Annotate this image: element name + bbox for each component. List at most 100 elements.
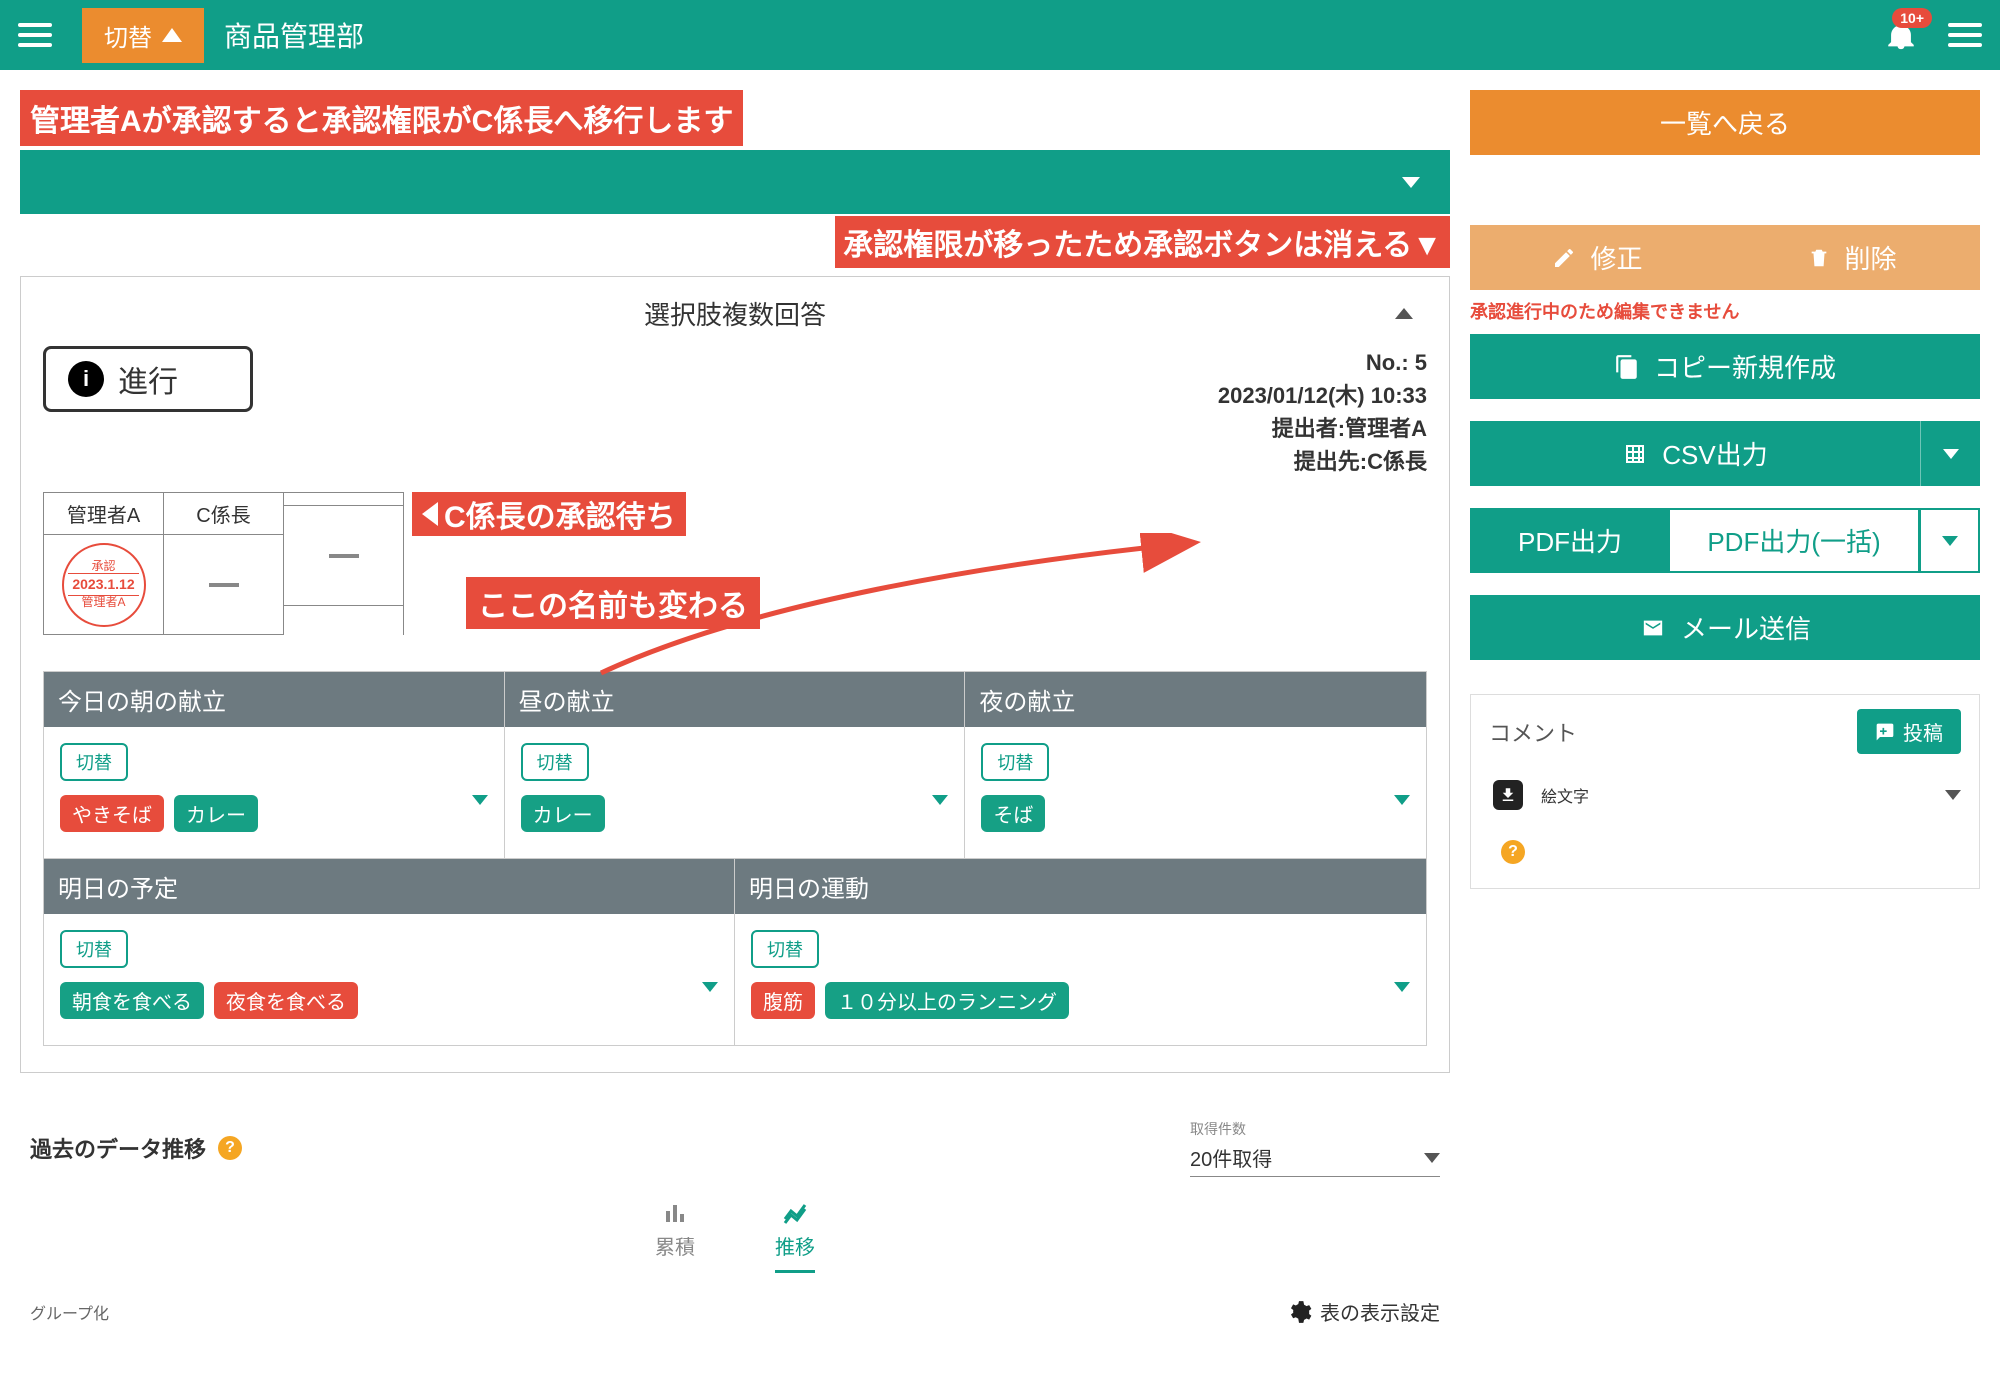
approval-col-header: C係長: [164, 493, 283, 535]
info-icon: i: [68, 361, 104, 397]
menu-tag: カレー: [521, 795, 605, 832]
bar-chart-icon: [661, 1201, 689, 1225]
chevron-down-icon: [1945, 790, 1961, 800]
approval-col-header: 管理者A: [44, 493, 163, 535]
history-title: 過去のデータ推移: [30, 1132, 206, 1164]
page-title: 商品管理部: [224, 15, 364, 55]
tab-label: 累積: [655, 1231, 695, 1260]
csv-export-button[interactable]: CSV出力: [1470, 421, 1920, 486]
pencil-icon: [1552, 246, 1576, 270]
menu-dropdown[interactable]: 朝食を食べる 夜食を食べる: [60, 982, 718, 1019]
post-comment-button[interactable]: 投稿: [1857, 709, 1961, 754]
menu-tag: 朝食を食べる: [60, 982, 204, 1019]
menu-tag: やきそば: [60, 795, 164, 832]
main-column: 管理者Aが承認すると承認権限がC係長へ移行します 承認権限が移ったため承認ボタン…: [20, 90, 1450, 1326]
help-icon[interactable]: ?: [1501, 840, 1525, 864]
menu-switch-button[interactable]: 切替: [60, 743, 128, 781]
comment-box: コメント 投稿 絵文字 ?: [1470, 694, 1980, 889]
copy-icon: [1614, 354, 1640, 380]
table-config-label: 表の表示設定: [1320, 1297, 1440, 1326]
fetch-count-dropdown[interactable]: 取得件数 20件取得: [1190, 1119, 1440, 1177]
table-config-button[interactable]: 表の表示設定: [1286, 1297, 1440, 1326]
emoji-label: 絵文字: [1541, 783, 1589, 807]
triangle-left-icon: [422, 502, 438, 526]
menu-header: 明日の予定: [44, 859, 734, 914]
approval-stamp: 承認 2023.1.12 管理者A: [62, 543, 146, 627]
tab-trend[interactable]: 推移: [775, 1201, 815, 1273]
menu-tag: １０分以上のランニング: [825, 982, 1069, 1019]
menu-tag: そば: [981, 795, 1045, 832]
grid-icon: [1622, 442, 1648, 466]
card-title: 選択肢複数回答: [644, 295, 826, 332]
topbar: 切替 商品管理部 10+: [0, 0, 2000, 70]
dash-icon: [209, 583, 239, 587]
fetch-label: 取得件数: [1190, 1119, 1440, 1139]
pdf-export-button[interactable]: PDF出力: [1470, 508, 1670, 573]
copy-new-button[interactable]: コピー新規作成: [1470, 334, 1980, 399]
trash-icon: [1808, 246, 1830, 270]
approval-col-header: [284, 493, 403, 506]
line-chart-icon: [780, 1201, 810, 1225]
annotation-2: 承認権限が移ったため承認ボタンは消える▼: [835, 216, 1450, 268]
pdf-button-group: PDF出力 PDF出力(一括): [1470, 508, 1980, 573]
menu-grid-2: 明日の予定 切替 朝食を食べる 夜食を食べる 明日の運動 切替: [43, 859, 1427, 1046]
emoji-expand[interactable]: 絵文字: [1489, 780, 1961, 810]
record-datetime: 2023/01/12(木) 10:33: [1218, 379, 1427, 412]
chevron-down-icon: [932, 805, 948, 823]
stamp-name: 管理者A: [81, 596, 125, 610]
menu-tag: 夜食を食べる: [214, 982, 358, 1019]
csv-button-group: CSV出力: [1470, 421, 1980, 486]
delete-button[interactable]: 削除: [1725, 225, 1980, 290]
gear-icon: [1286, 1299, 1312, 1325]
menu-dropdown[interactable]: やきそば カレー: [60, 795, 488, 832]
status-chip[interactable]: i 進行: [43, 346, 253, 412]
menu-switch-button[interactable]: 切替: [60, 930, 128, 968]
mail-icon: [1639, 617, 1667, 639]
help-icon[interactable]: ?: [218, 1136, 242, 1160]
page-body: 管理者Aが承認すると承認権限がC係長へ移行します 承認権限が移ったため承認ボタン…: [0, 70, 2000, 1326]
csv-dropdown-toggle[interactable]: [1920, 421, 1980, 486]
chevron-down-icon: [1424, 1153, 1440, 1163]
back-to-list-button[interactable]: 一覧へ戻る: [1470, 90, 1980, 155]
arrow-annotation: [571, 533, 1211, 753]
mail-label: メール送信: [1681, 609, 1811, 646]
record-submitter: 提出者:管理者A: [1218, 412, 1427, 445]
pdf-dropdown-toggle[interactable]: [1920, 508, 1980, 573]
copy-new-label: コピー新規作成: [1654, 348, 1836, 385]
hamburger-icon[interactable]: [18, 23, 52, 47]
plus-comment-icon: [1875, 722, 1895, 742]
csv-label: CSV出力: [1662, 435, 1767, 472]
meta-info: No.: 5 2023/01/12(木) 10:33 提出者:管理者A 提出先:…: [1218, 346, 1427, 478]
menu-dropdown[interactable]: そば: [981, 795, 1410, 832]
stamp-date: 2023.1.12: [68, 573, 138, 595]
pdf-bulk-button[interactable]: PDF出力(一括): [1670, 508, 1920, 573]
menu-tag: 腹筋: [751, 982, 815, 1019]
chevron-up-icon[interactable]: [1395, 308, 1413, 319]
side-column: 一覧へ戻る 修正 削除 承認進行中のため編集できません コピー新規作成 CSV出…: [1470, 90, 1980, 1326]
edit-label: 修正: [1590, 239, 1642, 276]
annotation-wait: C係長の承認待ち: [412, 492, 686, 536]
annotation-1: 管理者Aが承認すると承認権限がC係長へ移行します: [20, 90, 743, 146]
menu-dropdown[interactable]: 腹筋 １０分以上のランニング: [751, 982, 1410, 1019]
menu-switch-button[interactable]: 切替: [751, 930, 819, 968]
notification-badge: 10+: [1892, 8, 1932, 28]
edit-warning: 承認進行中のため編集できません: [1470, 290, 1980, 334]
edit-button[interactable]: 修正: [1470, 225, 1725, 290]
chevron-down-icon: [1394, 805, 1410, 823]
menu-icon[interactable]: [1948, 23, 1982, 47]
emoji-download-icon: [1493, 780, 1523, 810]
switch-button[interactable]: 切替: [82, 8, 204, 63]
banner-bar[interactable]: [20, 150, 1450, 214]
back-label: 一覧へ戻る: [1660, 104, 1790, 141]
menu-dropdown[interactable]: カレー: [521, 795, 949, 832]
post-label: 投稿: [1903, 717, 1943, 746]
tab-cumulative[interactable]: 累積: [655, 1201, 695, 1273]
approval-table: 管理者A 承認 2023.1.12 管理者A C係長: [43, 492, 404, 635]
mail-send-button[interactable]: メール送信: [1470, 595, 1980, 660]
group-label: グループ化: [30, 1300, 109, 1324]
stamp-top: 承認: [91, 560, 115, 574]
history-panel: 過去のデータ推移 ? 取得件数 20件取得 累積: [20, 1103, 1450, 1326]
pdf-mid-label: PDF出力(一括): [1707, 522, 1880, 559]
notifications-button[interactable]: 10+: [1884, 18, 1918, 52]
menu-header: 明日の運動: [735, 859, 1426, 914]
